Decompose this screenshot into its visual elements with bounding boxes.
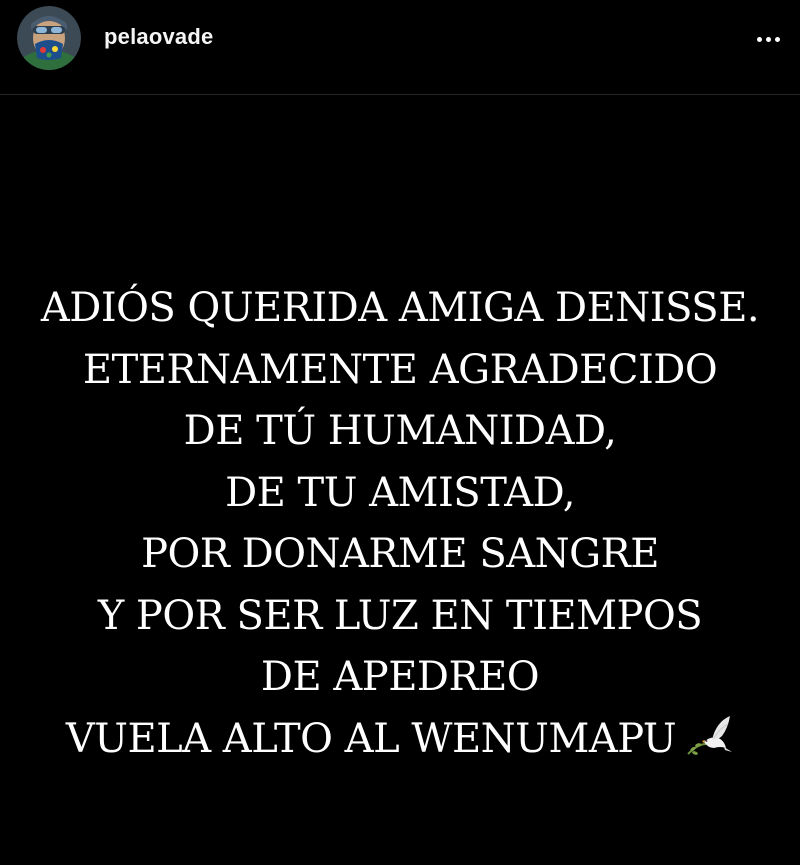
avatar-image	[17, 6, 81, 70]
message-line: VUELA ALTO AL WENUMAPU	[65, 715, 677, 762]
dove-icon	[684, 714, 734, 779]
message-line: Y POR SER LUZ EN TIEMPOS	[97, 592, 703, 639]
avatar[interactable]	[17, 6, 81, 70]
ellipsis-icon	[756, 36, 762, 42]
message-line: DE TÚ HUMANIDAD,	[183, 408, 617, 454]
post-image: ADIÓS QUERIDA AMIGA DENISSE. ETERNAMENTE…	[0, 96, 800, 865]
message-line: ADIÓS QUERIDA AMIGA DENISSE.	[40, 285, 760, 331]
message-line: POR DONARME SANGRE	[141, 531, 659, 577]
message-line: DE APEDREO	[260, 654, 540, 700]
message-line-last: VUELA ALTO AL WENUMAPU	[0, 709, 800, 779]
post-message: ADIÓS QUERIDA AMIGA DENISSE. ETERNAMENTE…	[0, 278, 800, 778]
message-line: DE TU AMISTAD,	[225, 469, 575, 516]
ellipsis-icon	[765, 36, 771, 42]
username[interactable]: pelaovade	[104, 24, 213, 50]
post-header: pelaovade	[0, 0, 800, 95]
ellipsis-icon	[774, 36, 780, 42]
message-line: ETERNAMENTE AGRADECIDO	[82, 346, 718, 393]
more-options-button[interactable]	[748, 24, 788, 54]
